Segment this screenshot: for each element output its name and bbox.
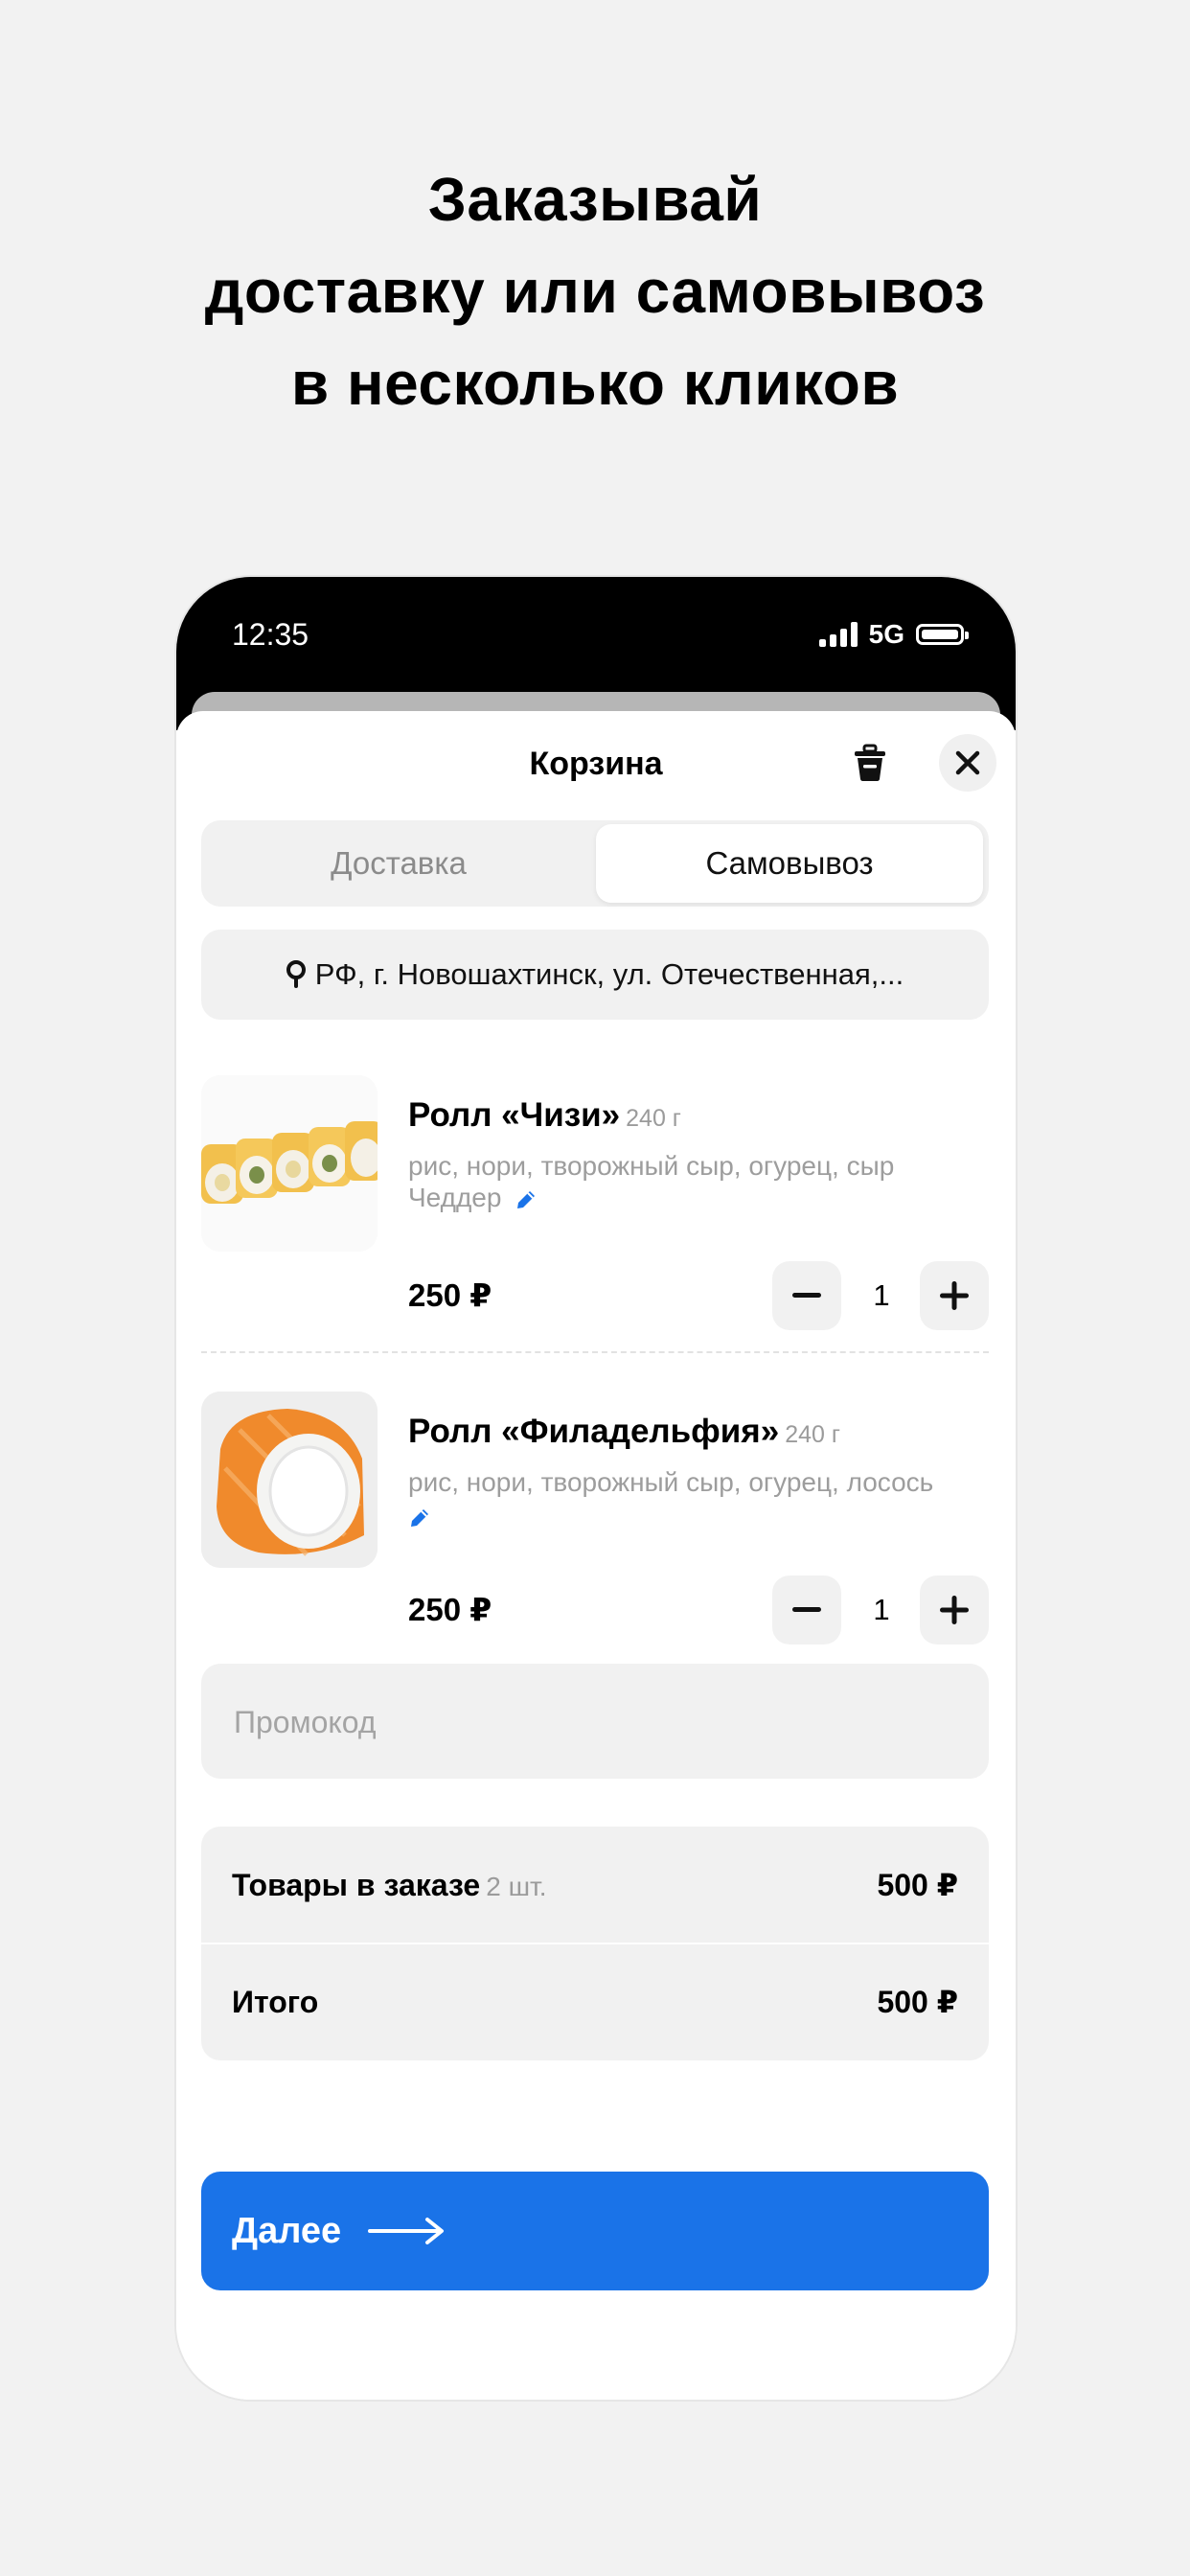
headline-line-2: доставку или самовывоз: [204, 257, 986, 326]
summary-items-count: 2 шт.: [486, 1871, 547, 1901]
status-time: 12:35: [232, 617, 309, 652]
summary-items-total: 500 ₽: [877, 1868, 958, 1902]
close-icon: [955, 750, 980, 775]
cart-sheet: Корзина Доставка Самовывоз РФ, г. Новоша…: [176, 711, 1016, 2400]
status-icons: 5G: [818, 619, 969, 650]
promo-headline: Заказывай доставку или самовывоз в неско…: [0, 153, 1190, 429]
network-label: 5G: [868, 619, 904, 649]
item-title-row: Ролл «Филадельфия» 240 г: [408, 1413, 840, 1451]
battery-icon: [916, 624, 969, 645]
trash-icon: [855, 744, 885, 781]
tab-delivery[interactable]: Доставка: [205, 824, 592, 903]
decrease-quantity-button[interactable]: [772, 1261, 841, 1330]
delivery-mode-switch: Доставка Самовывоз: [201, 820, 989, 907]
cart-item: Ролл «Чизи» 240 г рис, нори, творожный сы…: [201, 1075, 989, 1330]
next-button-label: Далее: [232, 2210, 342, 2251]
edit-pencil-icon[interactable]: [515, 1188, 538, 1211]
next-button[interactable]: Далее: [201, 2172, 989, 2290]
item-name: Ролл «Филадельфия»: [408, 1413, 780, 1450]
tab-pickup[interactable]: Самовывоз: [596, 824, 983, 903]
summary-total-row: Итого 500 ₽: [232, 1944, 958, 2060]
promo-code-input[interactable]: [232, 1664, 964, 1781]
location-pin-icon: [286, 960, 306, 988]
headline-line-1: Заказывай: [427, 165, 763, 234]
address-text: РФ, г. Новошахтинск, ул. Отечественная,.…: [314, 957, 904, 991]
headline-line-3: в несколько кликов: [290, 349, 900, 418]
item-title-row: Ролл «Чизи» 240 г: [408, 1096, 681, 1135]
cart-item: Ролл «Филадельфия» 240 г рис, нори, творо…: [201, 1392, 989, 1644]
order-summary: Товары в заказе 2 шт. 500 ₽ Итого 500 ₽: [201, 1827, 989, 2060]
item-quantity: 1: [873, 1278, 890, 1312]
items-divider: [201, 1351, 989, 1353]
item-weight: 240 г: [785, 1421, 840, 1448]
plus-icon: [940, 1281, 969, 1310]
item-description: рис, нори, творожный сыр, огурец, лосось: [408, 1466, 989, 1530]
summary-items-row: Товары в заказе 2 шт. 500 ₽: [232, 1827, 958, 1944]
summary-total-label: Итого: [232, 1984, 319, 2019]
summary-items-label: Товары в заказе: [232, 1867, 481, 1902]
minus-icon: [792, 1293, 821, 1298]
minus-icon: [792, 1607, 821, 1612]
phone-frame: 12:35 5G Корзина Доставка Самовывоз РФ, …: [174, 575, 1018, 2402]
signal-icon: [818, 622, 858, 647]
product-image-cheesy-roll: [201, 1075, 378, 1252]
item-name: Ролл «Чизи»: [408, 1096, 621, 1134]
promo-code-field[interactable]: [201, 1664, 989, 1781]
item-description: рис, нори, творожный сыр, огурец, сыр Че…: [408, 1150, 989, 1213]
item-price: 250 ₽: [408, 1277, 492, 1313]
increase-quantity-button[interactable]: [920, 1261, 989, 1330]
clear-cart-button[interactable]: [847, 740, 893, 786]
item-quantity: 1: [873, 1593, 890, 1626]
item-ingredients: рис, нори, творожный сыр, огурец, лосось: [408, 1467, 934, 1497]
product-image-philadelphia-roll: [201, 1392, 378, 1568]
item-price: 250 ₽: [408, 1592, 492, 1627]
item-weight: 240 г: [626, 1105, 681, 1132]
increase-quantity-button[interactable]: [920, 1576, 989, 1644]
plus-icon: [940, 1596, 969, 1624]
address-selector[interactable]: РФ, г. Новошахтинск, ул. Отечественная,.…: [201, 930, 989, 1020]
close-button[interactable]: [939, 734, 996, 792]
decrease-quantity-button[interactable]: [772, 1576, 841, 1644]
summary-total-value: 500 ₽: [877, 1985, 958, 2019]
arrow-right-icon: [368, 2218, 445, 2244]
item-ingredients: рис, нори, творожный сыр, огурец, сыр Че…: [408, 1151, 895, 1212]
edit-pencil-icon[interactable]: [408, 1506, 431, 1530]
